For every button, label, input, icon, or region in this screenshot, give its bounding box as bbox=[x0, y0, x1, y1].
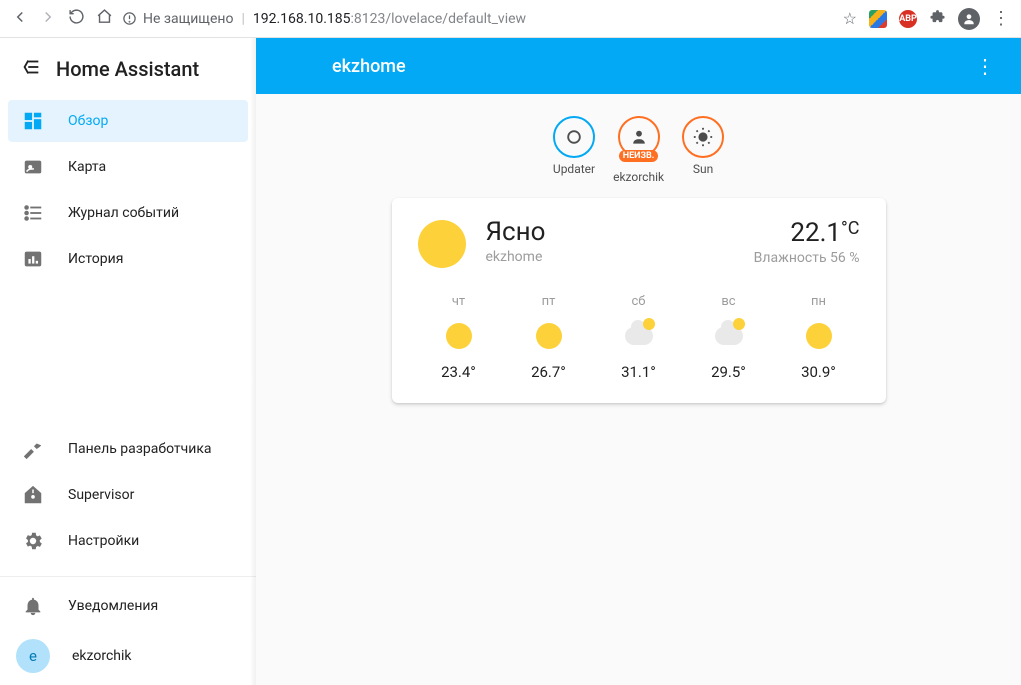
sidebar-item-label: Настройки bbox=[68, 533, 139, 549]
sidebar-item-label: Карта bbox=[68, 159, 106, 175]
sidebar-item-overview[interactable]: Обзор bbox=[8, 100, 248, 142]
forecast-icon-sun bbox=[444, 321, 474, 351]
sidebar-item-history[interactable]: История bbox=[8, 238, 248, 280]
app-title: Home Assistant bbox=[56, 57, 199, 81]
badge-label: ekzorchik bbox=[613, 170, 664, 184]
badge-sun[interactable]: Sun bbox=[682, 116, 724, 184]
dashboard-icon bbox=[22, 110, 44, 132]
badge-updater[interactable]: Updater bbox=[553, 116, 595, 184]
badge-person[interactable]: НЕИЗВ. ekzorchik bbox=[613, 116, 664, 184]
forecast-icon-sun bbox=[534, 321, 564, 351]
forecast-dow: сб bbox=[632, 294, 646, 309]
url: 192.168.10.185:8123/lovelace/default_vie… bbox=[253, 11, 526, 27]
sidebar-item-settings[interactable]: Настройки bbox=[8, 520, 248, 562]
extensions-icon[interactable] bbox=[929, 8, 946, 29]
forecast-temp: 31.1° bbox=[621, 363, 656, 381]
sidebar-item-label: Журнал событий bbox=[68, 205, 179, 221]
abp-extension-icon[interactable]: ABP bbox=[899, 10, 917, 28]
sidebar-item-map[interactable]: Карта bbox=[8, 146, 248, 188]
sun-icon bbox=[682, 116, 724, 158]
content: Updater НЕИЗВ. ekzorchik Sun bbox=[256, 94, 1021, 685]
forward-icon bbox=[38, 8, 58, 30]
home-icon[interactable] bbox=[94, 8, 114, 29]
weather-condition-icon bbox=[418, 220, 466, 268]
forecast-temp: 26.7° bbox=[531, 363, 566, 381]
forecast-day: пт 26.7° bbox=[514, 294, 584, 381]
badge-label: Sun bbox=[693, 162, 713, 176]
topbar: ekzhome ⋮ bbox=[256, 38, 1021, 94]
logbook-icon bbox=[22, 202, 44, 224]
sidebar-item-label: Supervisor bbox=[68, 487, 134, 503]
insecure-indicator: Не защищено bbox=[122, 11, 233, 27]
browser-chrome: Не защищено | 192.168.10.185:8123/lovela… bbox=[0, 0, 1021, 38]
main: ekzhome ⋮ Updater НЕИЗВ. ekzorchik bbox=[256, 38, 1021, 685]
updater-icon bbox=[553, 116, 595, 158]
forecast-icon-cloud bbox=[624, 321, 654, 351]
extension-icon-1[interactable] bbox=[869, 10, 887, 28]
badge-label: Updater bbox=[553, 162, 595, 176]
weather-humidity: Влажность 56 % bbox=[754, 250, 860, 266]
sidebar-user[interactable]: e ekzorchik bbox=[0, 627, 256, 685]
forecast-temp: 23.4° bbox=[441, 363, 476, 381]
gear-icon bbox=[22, 530, 44, 552]
weather-card[interactable]: Ясно ekzhome 22.1°C Влажность 56 % чт bbox=[392, 198, 886, 403]
chrome-menu-icon[interactable]: ⋮ bbox=[992, 8, 1011, 29]
sidebar-item-notifications[interactable]: Уведомления bbox=[8, 585, 248, 627]
forecast-dow: пн bbox=[811, 294, 826, 309]
weather-location: ekzhome bbox=[486, 249, 546, 265]
forecast-row: чт 23.4° пт 26.7° сб 31.1° bbox=[418, 294, 860, 381]
sidebar-item-label: Панель разработчика bbox=[68, 441, 212, 457]
bell-icon bbox=[22, 595, 44, 617]
forecast-temp: 30.9° bbox=[801, 363, 836, 381]
weather-condition: Ясно bbox=[486, 218, 546, 247]
sidebar-divider bbox=[0, 576, 256, 577]
forecast-day: вс 29.5° bbox=[694, 294, 764, 381]
forecast-day: сб 31.1° bbox=[604, 294, 674, 381]
user-name: ekzorchik bbox=[72, 648, 132, 664]
chrome-right-icons: ☆ ABP ⋮ bbox=[843, 8, 1011, 30]
topbar-menu-icon[interactable]: ⋮ bbox=[969, 48, 1001, 84]
forecast-dow: чт bbox=[452, 294, 465, 309]
badge-tag: НЕИЗВ. bbox=[619, 150, 659, 162]
forecast-day: пн 30.9° bbox=[784, 294, 854, 381]
map-icon bbox=[22, 156, 44, 178]
sidebar-item-label: Уведомления bbox=[68, 598, 158, 614]
forecast-temp: 29.5° bbox=[711, 363, 746, 381]
separator: | bbox=[241, 11, 244, 27]
page-title: ekzhome bbox=[332, 56, 406, 77]
insecure-label: Не защищено bbox=[143, 11, 233, 27]
profile-icon[interactable] bbox=[958, 8, 980, 30]
back-icon[interactable] bbox=[10, 8, 30, 30]
sidebar-header: Home Assistant bbox=[0, 38, 256, 94]
hass-icon bbox=[22, 484, 44, 506]
history-icon bbox=[22, 248, 44, 270]
forecast-dow: вс bbox=[721, 294, 735, 309]
sidebar-item-label: Обзор bbox=[68, 113, 108, 129]
bookmark-star-icon[interactable]: ☆ bbox=[843, 9, 857, 28]
reload-icon[interactable] bbox=[66, 8, 86, 29]
badge-row: Updater НЕИЗВ. ekzorchik Sun bbox=[553, 116, 724, 184]
forecast-icon-sun bbox=[804, 321, 834, 351]
weather-temperature: 22.1°C bbox=[754, 218, 860, 248]
forecast-icon-cloud bbox=[714, 321, 744, 351]
hamburger-icon[interactable] bbox=[20, 56, 42, 82]
user-avatar: e bbox=[16, 639, 50, 673]
sidebar-item-logbook[interactable]: Журнал событий bbox=[8, 192, 248, 234]
hammer-icon bbox=[22, 438, 44, 460]
sidebar-item-devtools[interactable]: Панель разработчика bbox=[8, 428, 248, 470]
sidebar: Home Assistant Обзор Карта Журнал событи… bbox=[0, 38, 256, 685]
address-bar[interactable]: Не защищено | 192.168.10.185:8123/lovela… bbox=[122, 11, 835, 27]
forecast-dow: пт bbox=[542, 294, 556, 309]
sidebar-item-label: История bbox=[68, 251, 123, 267]
sidebar-item-supervisor[interactable]: Supervisor bbox=[8, 474, 248, 516]
forecast-day: чт 23.4° bbox=[424, 294, 494, 381]
